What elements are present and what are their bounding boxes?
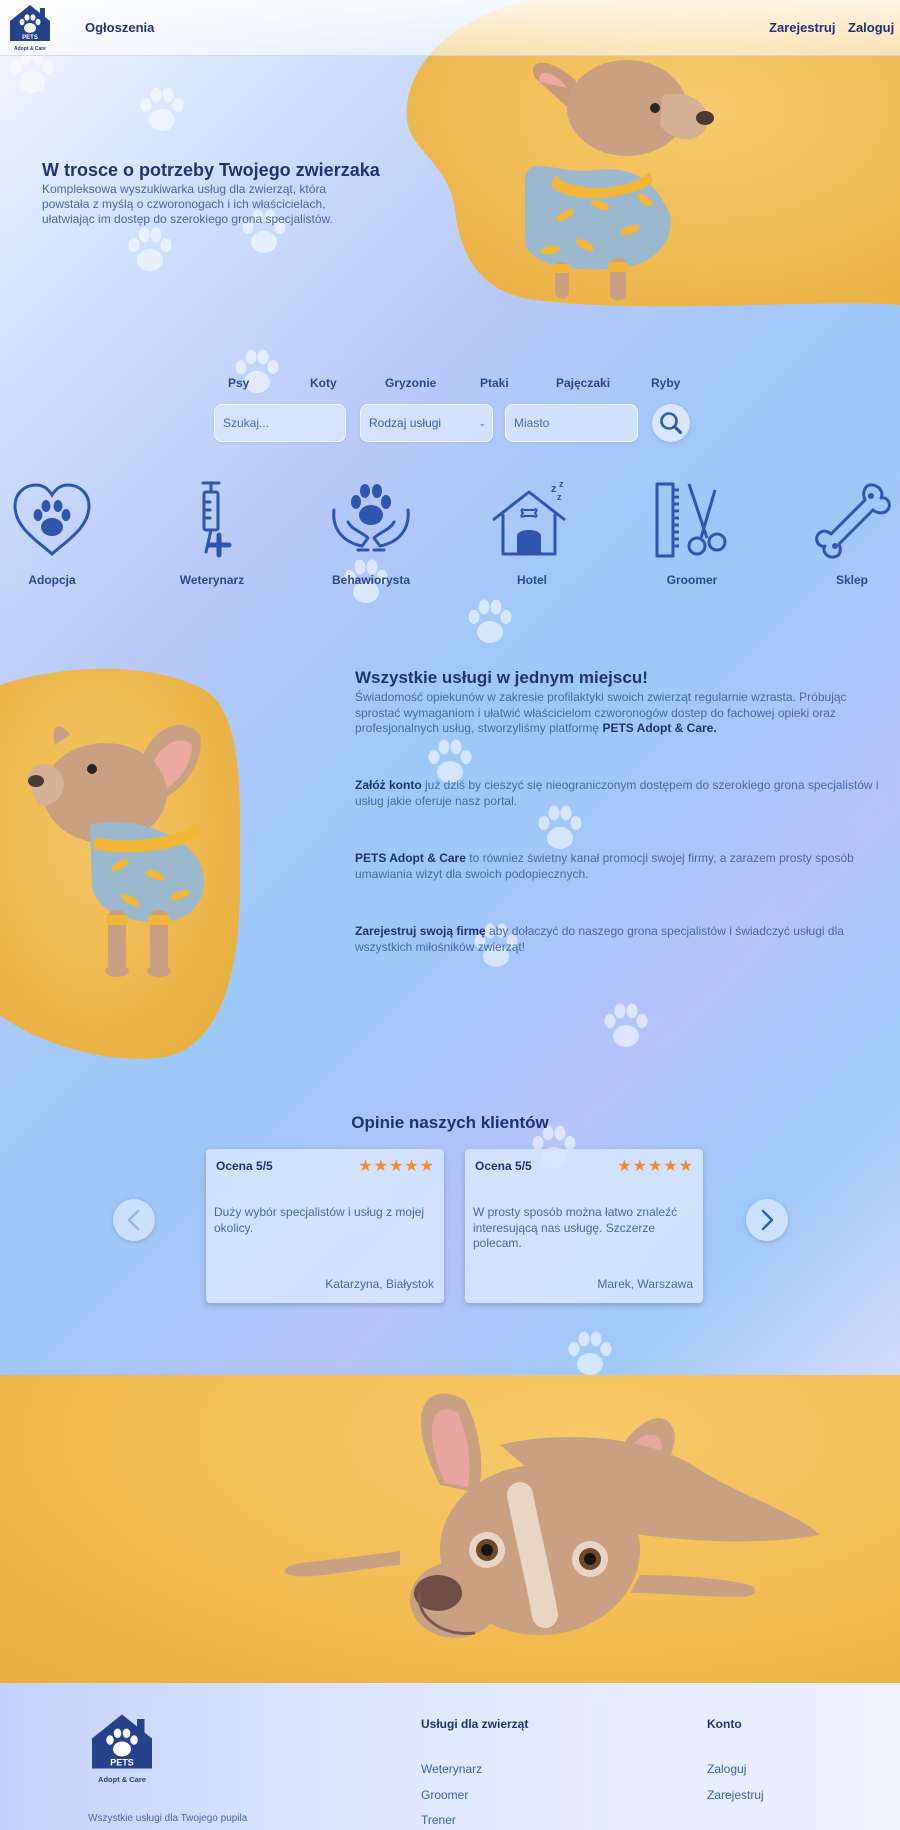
service-label: Hotel xyxy=(517,573,547,587)
category-birds[interactable]: Ptaki xyxy=(480,376,509,390)
site-header: PETS Adopt & Care Ogłoszenia Zarejestruj… xyxy=(0,0,900,56)
svg-text:z: z xyxy=(557,492,562,502)
about-p3-bold: PETS Adopt & Care xyxy=(355,851,466,865)
footer-link-vet[interactable]: Weterynarz xyxy=(421,1762,482,1776)
footer-link-groomer[interactable]: Groomer xyxy=(421,1788,468,1802)
nav-announcements[interactable]: Ogłoszenia xyxy=(85,20,154,35)
category-rodents[interactable]: Gryzonie xyxy=(385,376,436,390)
pets-logo[interactable]: PETS Adopt & Care xyxy=(6,3,54,53)
about-p1-text: Świadomość opiekunów w zakresie profilak… xyxy=(355,690,847,735)
footer-link-login[interactable]: Zaloguj xyxy=(707,1762,746,1776)
heart-paw-icon xyxy=(13,483,91,557)
service-type-select[interactable]: Rodzaj usługi ⌄ xyxy=(360,404,493,442)
about-dog-image xyxy=(0,665,250,1060)
footer-tagline: Wszystkie usługi dla Twojego pupila xyxy=(88,1813,248,1824)
bone-icon xyxy=(815,483,891,559)
service-adoption[interactable]: Adopcja xyxy=(0,480,107,587)
review-author: Katarzyna, Białystok xyxy=(325,1277,434,1291)
comb-scissors-icon xyxy=(655,482,727,558)
hero-title: W trosce o potrzeby Twojego zwierzaka xyxy=(42,160,380,180)
service-label: Behawiorysta xyxy=(331,573,411,587)
banner-dog-image xyxy=(0,1375,900,1683)
paw-print-decoration xyxy=(225,340,289,404)
review-rating: Ocena 5/5 xyxy=(475,1159,532,1173)
search-button[interactable] xyxy=(652,404,690,442)
hands-paw-icon xyxy=(332,484,410,552)
about-paragraph-2: Załóż konto już dziś by cieszyć się nieo… xyxy=(355,778,895,809)
login-link[interactable]: Zaloguj xyxy=(848,20,894,35)
service-shop[interactable]: Sklep xyxy=(797,480,900,587)
review-text: W prosty sposób można łatwo znaleźć inte… xyxy=(473,1205,678,1250)
star-rating-icon: ★★★★★ xyxy=(617,1158,694,1175)
footer-account-heading: Konto xyxy=(707,1717,742,1731)
footer-logo-subtext: Adopt & Care xyxy=(98,1775,146,1784)
service-vet[interactable]: Weterynarz xyxy=(157,480,267,587)
category-dogs[interactable]: Psy xyxy=(228,376,249,390)
footer-services-heading: Usługi dla zwierząt xyxy=(421,1717,529,1731)
about-p2-text: już dziś by cieszyć się nieograniczonym … xyxy=(355,778,879,808)
service-behaviorist[interactable]: Behawiorysta xyxy=(316,480,426,587)
about-title: Wszystkie usługi w jednym miejscu! xyxy=(355,668,648,687)
category-fish[interactable]: Ryby xyxy=(651,376,680,390)
paw-print-decoration xyxy=(118,218,182,282)
paw-print-decoration xyxy=(130,78,194,142)
svg-text:z: z xyxy=(559,480,564,489)
footer-logo-text: PETS xyxy=(110,1758,134,1768)
review-rating: Ocena 5/5 xyxy=(216,1159,273,1173)
dog-house-icon: z z z xyxy=(492,479,566,556)
site-footer: PETS Adopt & Care Wszystkie usługi dla T… xyxy=(0,1683,900,1830)
carousel-next-button[interactable] xyxy=(746,1199,788,1241)
service-groomer[interactable]: Groomer xyxy=(637,480,747,587)
register-link[interactable]: Zarejestruj xyxy=(769,20,835,35)
city-input[interactable] xyxy=(505,404,638,442)
reviews-title: Opinie naszych klientów xyxy=(351,1113,549,1132)
chevron-left-icon xyxy=(127,1209,140,1231)
category-arachnids[interactable]: Pajęczaki xyxy=(556,376,610,390)
review-text: Duży wybór specjalistów i usług z mojej … xyxy=(214,1205,425,1235)
service-label: Sklep xyxy=(835,573,868,587)
search-icon xyxy=(660,412,683,435)
carousel-prev-button[interactable] xyxy=(113,1199,155,1241)
about-p2-bold[interactable]: Załóż konto xyxy=(355,778,422,792)
logo-subtext: Adopt & Care xyxy=(14,46,46,52)
about-paragraph-1: Świadomość opiekunów w zakresie profilak… xyxy=(355,690,895,737)
review-author: Marek, Warszawa xyxy=(597,1277,693,1291)
chevron-down-icon: ⌄ xyxy=(478,417,486,428)
syringe-icon xyxy=(201,481,232,558)
logo-text: PETS xyxy=(22,35,38,41)
review-card: Ocena 5/5 ★★★★★ W prosty sposób można ła… xyxy=(465,1149,703,1303)
service-label: Adopcja xyxy=(28,573,76,587)
about-paragraph-3: PETS Adopt & Care to równiez świetny kan… xyxy=(355,851,895,882)
service-label: Groomer xyxy=(666,573,718,587)
paw-print-decoration xyxy=(458,590,522,654)
chevron-right-icon xyxy=(761,1209,774,1231)
service-label: Weterynarz xyxy=(179,573,245,587)
footer-link-trainer[interactable]: Trener xyxy=(421,1813,456,1827)
review-card: Ocena 5/5 ★★★★★ Duży wybór specjalistów … xyxy=(206,1149,444,1303)
service-type-value: Rodzaj usługi xyxy=(369,416,442,430)
footer-pets-logo[interactable]: PETS Adopt & Care xyxy=(86,1711,158,1787)
footer-link-register[interactable]: Zarejestruj xyxy=(707,1788,764,1802)
star-rating-icon: ★★★★★ xyxy=(358,1158,435,1175)
search-input[interactable] xyxy=(214,404,346,442)
hero-description: Kompleksowa wyszukiwarka usług dla zwier… xyxy=(42,182,333,226)
about-p4-bold[interactable]: Zarejestruj swoją firmę xyxy=(355,924,486,938)
service-hotel[interactable]: z z z Hotel xyxy=(477,479,587,587)
category-cats[interactable]: Koty xyxy=(310,376,337,390)
about-paragraph-4: Zarejestruj swoją firmę aby dołaczyć do … xyxy=(355,924,895,955)
about-p1-bold: PETS Adopt & Care. xyxy=(602,721,717,735)
paw-print-decoration xyxy=(594,994,658,1058)
